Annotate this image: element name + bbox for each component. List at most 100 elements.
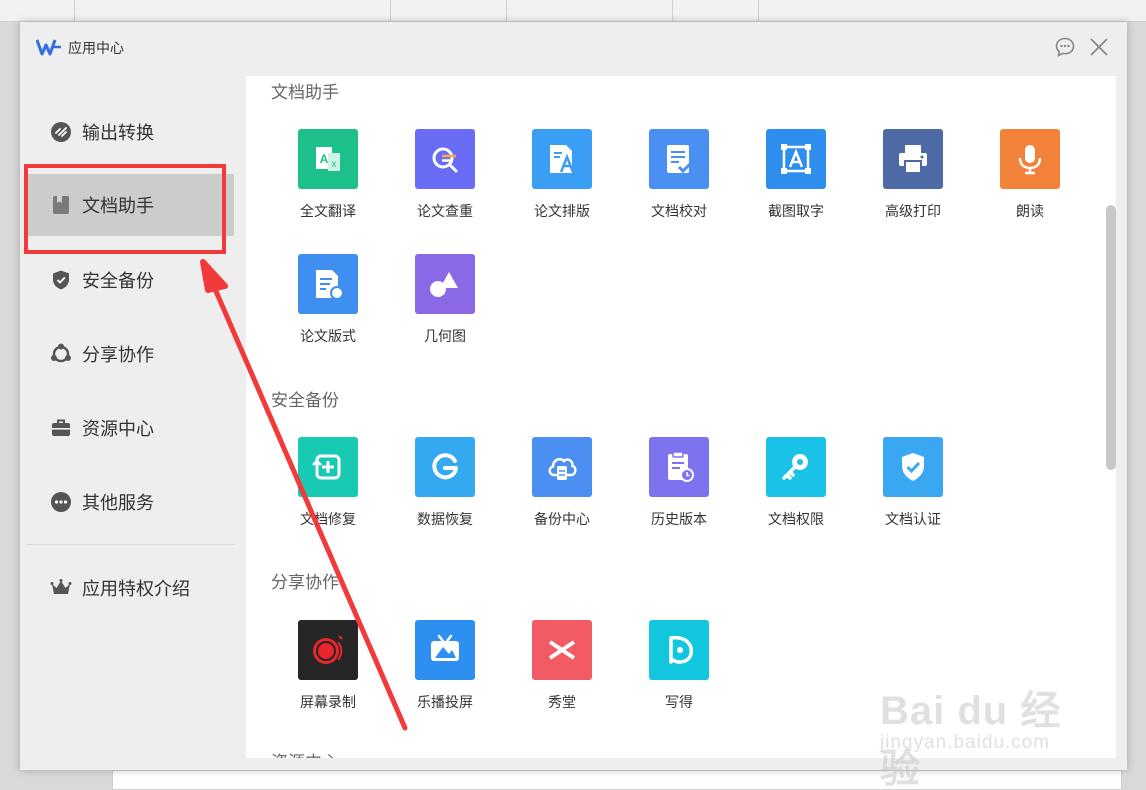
sidebar-item-label: 其他服务 (82, 493, 154, 514)
sidebar-item-share-collab[interactable]: 分享协作 (26, 323, 234, 385)
app-label: 文档校对 (651, 204, 707, 220)
section-title: 安全备份 (271, 391, 339, 411)
sidebar-item-label: 应用特权介绍 (82, 579, 190, 600)
app-doc-proofread[interactable]: 文档校对 (631, 129, 727, 221)
app-label: 文档权限 (768, 512, 824, 528)
baidu-jingyan-watermark: Bai du 经验 jingyan.baidu.com (880, 662, 1090, 790)
more-icon (51, 492, 71, 512)
app-paper-format[interactable]: 论文版式 (280, 254, 376, 346)
app-backup-center[interactable]: 备份中心 (514, 437, 610, 529)
recover-icon (415, 437, 475, 497)
repair-icon (298, 437, 358, 497)
toolbar-divider (758, 0, 759, 22)
convert-icon (51, 122, 71, 142)
translate-icon: Ax (298, 129, 358, 189)
sidebar-item-security-backup[interactable]: 安全备份 (26, 249, 234, 311)
toolbar-divider (74, 0, 75, 22)
paper-format-icon (298, 254, 358, 314)
sidebar-item-label: 分享协作 (82, 345, 154, 366)
app-xiutang[interactable]: 秀堂 (514, 620, 610, 712)
app-label: 论文查重 (417, 204, 473, 220)
app-label: 屏幕录制 (300, 695, 356, 711)
toolbar-divider (672, 0, 673, 22)
app-label: 文档修复 (300, 512, 356, 528)
proofread-icon (649, 129, 709, 189)
app-label: 秀堂 (548, 695, 576, 711)
microphone-icon (1000, 129, 1060, 189)
background-editor-toolbar (0, 0, 1146, 22)
app-paper-check[interactable]: 论文查重 (397, 129, 493, 221)
section-title: 资源中心 (271, 748, 339, 758)
sidebar-item-label: 输出转换 (82, 123, 154, 144)
app-geometry[interactable]: 几何图 (397, 254, 493, 346)
app-full-translate[interactable]: Ax 全文翻译 (280, 129, 376, 221)
printer-icon (883, 129, 943, 189)
sidebar-item-resource-center[interactable]: 资源中心 (26, 397, 234, 459)
app-doc-verify[interactable]: 文档认证 (865, 437, 961, 529)
app-label: 论文版式 (300, 329, 356, 345)
briefcase-icon (52, 419, 70, 436)
feedback-button[interactable] (1054, 36, 1076, 58)
title-bar: 应用中心 (20, 22, 1127, 72)
app-xiede[interactable]: 写得 (631, 620, 727, 712)
app-label: 几何图 (424, 329, 466, 345)
shield-icon (53, 270, 69, 290)
app-doc-repair[interactable]: 文档修复 (280, 437, 376, 529)
app-content-panel: 文档助手 Ax 全文翻译 论文查重 论文排版 文档校对 截图取字 高级打印 朗读… (246, 76, 1116, 758)
app-label: 历史版本 (651, 512, 707, 528)
typeset-icon (532, 129, 592, 189)
toolbar-divider (390, 0, 391, 22)
app-label: 朗读 (1016, 204, 1044, 220)
xiede-icon (649, 620, 709, 680)
chat-bubble-icon (1055, 37, 1075, 57)
sidebar-item-privilege[interactable]: 应用特权介绍 (26, 557, 234, 619)
app-label: 截图取字 (768, 204, 824, 220)
app-screen-record[interactable]: 屏幕录制 (280, 620, 376, 712)
app-label: 备份中心 (534, 512, 590, 528)
ocr-icon (766, 129, 826, 189)
record-icon (298, 620, 358, 680)
app-read-aloud[interactable]: 朗读 (982, 129, 1078, 221)
app-paper-typeset[interactable]: 论文排版 (514, 129, 610, 221)
sidebar-item-other-services[interactable]: 其他服务 (26, 471, 234, 533)
wps-logo-icon (36, 39, 61, 56)
search-doc-icon (415, 129, 475, 189)
sidebar-divider (26, 544, 234, 545)
app-label: 数据恢复 (417, 512, 473, 528)
highlight-box (24, 164, 226, 254)
app-lebo-cast[interactable]: 乐播投屏 (397, 620, 493, 712)
watermark-url: jingyan.baidu.com (880, 732, 1051, 753)
toolbar-divider (506, 0, 507, 22)
geometry-icon (415, 254, 475, 314)
key-icon (766, 437, 826, 497)
app-advanced-print[interactable]: 高级打印 (865, 129, 961, 221)
app-screenshot-ocr[interactable]: 截图取字 (748, 129, 844, 221)
app-label: 文档认证 (885, 512, 941, 528)
cloud-backup-icon (532, 437, 592, 497)
xiutang-icon (532, 620, 592, 680)
vertical-scrollbar[interactable] (1106, 205, 1116, 470)
sidebar-item-output-convert[interactable]: 输出转换 (26, 101, 234, 163)
svg-text:x: x (332, 159, 337, 170)
window-title: 应用中心 (68, 41, 124, 57)
history-icon (649, 437, 709, 497)
app-history-version[interactable]: 历史版本 (631, 437, 727, 529)
cast-icon (415, 620, 475, 680)
close-button[interactable] (1088, 36, 1110, 58)
sidebar-item-label: 安全备份 (82, 271, 154, 292)
app-label: 论文排版 (534, 204, 590, 220)
sidebar-item-label: 资源中心 (82, 419, 154, 440)
section-title: 分享协作 (271, 573, 339, 593)
app-label: 全文翻译 (300, 204, 356, 220)
share-icon (51, 343, 71, 363)
app-label: 写得 (665, 695, 693, 711)
app-data-recovery[interactable]: 数据恢复 (397, 437, 493, 529)
crown-icon (50, 579, 72, 594)
app-doc-permission[interactable]: 文档权限 (748, 437, 844, 529)
app-center-dialog: 应用中心 输出转换 文档助手 安全备份 分享协作 资源中心 其他服务 应用特权介… (20, 22, 1127, 770)
app-label: 高级打印 (885, 204, 941, 220)
section-title: 文档助手 (271, 83, 339, 103)
svg-text:A: A (320, 152, 329, 166)
close-icon (1090, 38, 1108, 56)
verify-shield-icon (883, 437, 943, 497)
